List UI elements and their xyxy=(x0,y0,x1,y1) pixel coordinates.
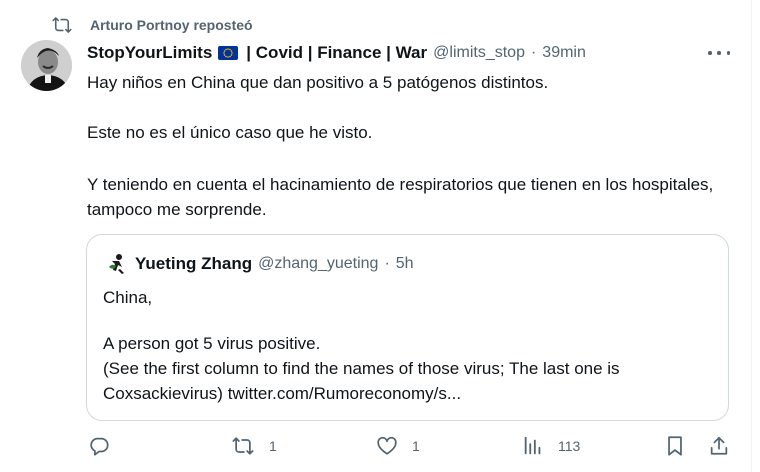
reply-icon xyxy=(88,435,110,457)
quoted-tweet-timestamp[interactable]: 5h xyxy=(396,255,414,273)
share-icon xyxy=(708,435,730,457)
eu-flag-icon xyxy=(218,46,239,60)
bookmark-button[interactable] xyxy=(665,430,685,462)
repost-label[interactable]: Arturo Portnoy reposteó xyxy=(90,17,253,33)
author-handle[interactable]: @limits_stop xyxy=(433,44,525,62)
quoted-text-line: (See the first column to find the names … xyxy=(103,359,620,403)
like-count: 1 xyxy=(412,438,420,454)
quoted-author-handle[interactable]: @zhang_yueting xyxy=(258,255,378,273)
quoted-tweet-header: Yueting Zhang @zhang_yueting · 5h xyxy=(135,251,414,277)
views-icon xyxy=(522,435,544,457)
tweet-text-line: Este no es el único caso que he visto. xyxy=(87,123,373,142)
tweet-card[interactable]: Arturo Portnoy reposteó StopYourLimits |… xyxy=(0,0,760,472)
tweet-header: StopYourLimits | Covid | Finance | War @… xyxy=(87,40,586,66)
views-button[interactable]: 113 xyxy=(522,430,580,462)
tweet-text-line: Y teniendo en cuenta el hacinamiento de … xyxy=(87,175,714,219)
heart-icon xyxy=(376,435,398,457)
more-icon[interactable] xyxy=(708,44,730,62)
column-divider xyxy=(751,0,752,472)
tweet-text-line: Hay niños en China que dan positivo a 5 … xyxy=(87,73,549,92)
author-name[interactable]: StopYourLimits xyxy=(87,43,212,63)
quoted-author-avatar[interactable] xyxy=(104,251,130,277)
tweet-timestamp[interactable]: 39min xyxy=(542,44,586,62)
author-name-suffix[interactable]: | Covid | Finance | War xyxy=(246,43,427,63)
reply-button[interactable] xyxy=(88,430,110,462)
share-button[interactable] xyxy=(708,430,730,462)
quoted-author-name[interactable]: Yueting Zhang xyxy=(135,254,252,274)
action-bar: 1 1 113 xyxy=(0,430,760,462)
repost-icon xyxy=(52,15,72,35)
author-avatar[interactable] xyxy=(21,40,72,91)
bookmark-icon xyxy=(665,435,685,457)
like-button[interactable]: 1 xyxy=(376,430,420,462)
views-count: 113 xyxy=(558,438,581,454)
repost-count: 1 xyxy=(269,438,277,454)
meta-separator: · xyxy=(530,44,537,61)
repost-icon xyxy=(231,435,255,457)
quoted-text-line: China, xyxy=(103,288,153,307)
quoted-text-line: A person got 5 virus positive. xyxy=(103,334,321,353)
repost-button[interactable]: 1 xyxy=(231,430,277,462)
quoted-text-block: A person got 5 virus positive. (See the … xyxy=(103,331,713,406)
repost-context[interactable]: Arturo Portnoy reposteó xyxy=(52,14,253,36)
meta-separator: · xyxy=(384,255,390,272)
quoted-tweet[interactable]: Yueting Zhang @zhang_yueting · 5h China,… xyxy=(86,234,729,421)
